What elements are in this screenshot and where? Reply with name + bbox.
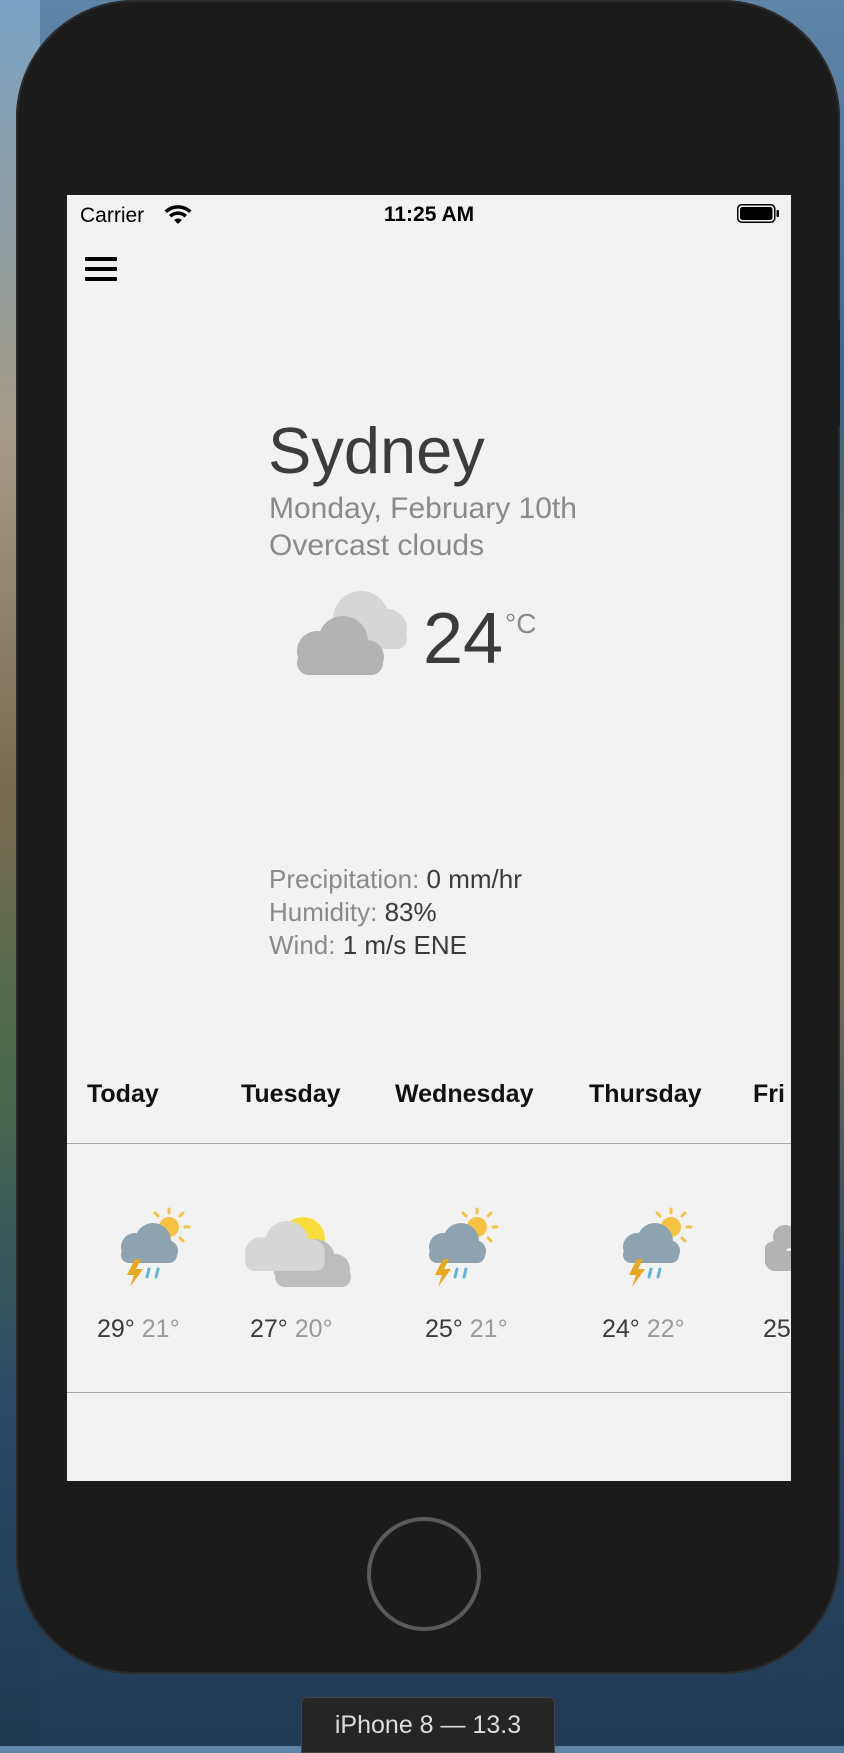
partly-cloudy-icon [245, 1217, 351, 1287]
wind-value: 1 m/s ENE [342, 930, 467, 960]
forecast-temps: 24° 22° [602, 1315, 685, 1344]
status-time: 11:25 AM [383, 203, 475, 226]
forecast-day-name: Tuesday [241, 1080, 341, 1108]
weather-description: Overcast clouds [269, 529, 485, 562]
city-name: Sydney [268, 414, 485, 487]
forecast-day-name: Thursday [589, 1080, 702, 1108]
volume-down-button [21, 448, 33, 568]
forecast-low: 20° [294, 1315, 333, 1343]
power-button [832, 318, 840, 428]
forecast-top-divider [67, 1143, 791, 1144]
forecast-low: 22° [646, 1315, 685, 1343]
precipitation-value: 0 mm/hr [426, 864, 522, 894]
precipitation-row: Precipitation: 0 mm/hr [269, 863, 522, 896]
humidity-label: Humidity: [269, 897, 378, 927]
hamburger-menu-icon[interactable] [85, 255, 119, 285]
forecast-temps: 27° 20° [250, 1315, 333, 1344]
app-screen: Carrier 11:25 AM Sydney Monday, February… [67, 195, 791, 1481]
forecast-bottom-divider [67, 1392, 791, 1393]
humidity-row: Humidity: 83% [269, 896, 522, 929]
weather-details: Precipitation: 0 mm/hr Humidity: 83% Win… [269, 863, 522, 962]
cloud-icon [765, 1225, 791, 1271]
overcast-clouds-icon [297, 591, 407, 675]
volume-up-button [21, 310, 33, 430]
precipitation-label: Precipitation: [269, 864, 420, 894]
forecast-temps: 25° 21° [425, 1315, 508, 1344]
forecast-day-name: Fri [753, 1080, 785, 1108]
forecast-temps: 25 [763, 1315, 791, 1344]
simulator-device-label: iPhone 8 — 13.3 [301, 1697, 555, 1753]
thunderstorm-sun-icon [429, 1207, 499, 1287]
status-bar: Carrier 11:25 AM [67, 195, 791, 235]
home-button[interactable] [367, 1517, 481, 1631]
humidity-value: 83% [384, 897, 437, 927]
forecast-low: 21° [469, 1315, 508, 1343]
forecast-day-name: Today [87, 1080, 159, 1108]
current-date: Monday, February 10th [269, 492, 577, 525]
mute-switch [21, 190, 33, 254]
forecast-high: 24° [602, 1315, 640, 1343]
thunderstorm-sun-icon [121, 1207, 191, 1287]
battery-icon [737, 204, 779, 223]
forecast-high: 25° [425, 1315, 463, 1343]
forecast-high: 27° [250, 1315, 288, 1343]
forecast-high: 25 [763, 1315, 791, 1343]
forecast-low: 21° [141, 1315, 180, 1343]
current-temperature: 24 [423, 599, 504, 679]
thunderstorm-sun-icon [623, 1207, 693, 1287]
forecast-day-name: Wednesday [395, 1080, 534, 1108]
forecast-temps: 29° 21° [97, 1315, 180, 1344]
wind-row: Wind: 1 m/s ENE [269, 929, 522, 962]
temperature-unit: °C [505, 608, 537, 639]
wind-label: Wind: [269, 930, 336, 960]
forecast-high: 29° [97, 1315, 135, 1343]
